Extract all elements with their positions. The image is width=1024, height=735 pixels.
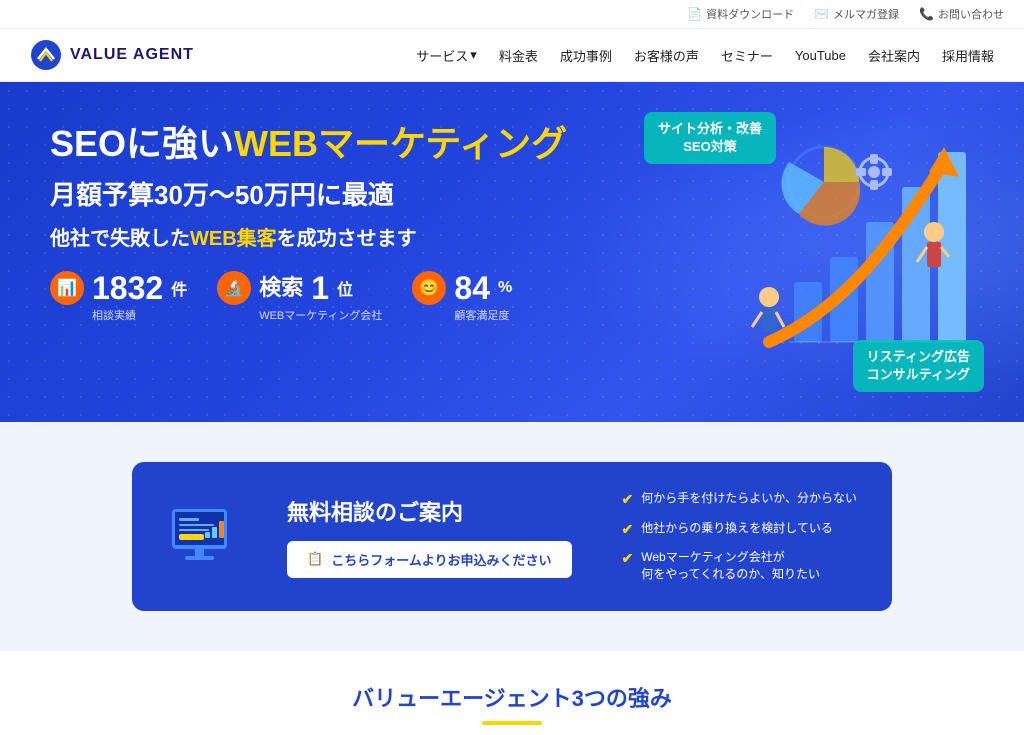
hero-content: SEOに強いWEBマーケティング 月額予算30万〜50万円に最適 他社で失敗した… [50, 122, 600, 323]
stat-ranking: 🔬 検索 1 位 WEBマーケティング会社 [217, 271, 382, 323]
logo-text: VALUE AGENT [70, 46, 194, 64]
nav-pricing[interactable]: 料金表 [499, 46, 538, 65]
consult-box: 無料相談のご案内 📋 こちらフォームよりお申込みください ✔ 何から手を付けたら… [132, 462, 892, 611]
check-item-1: ✔ 何から手を付けたらよいか、分からない [622, 490, 858, 510]
stat-consultations: 📊 1832 件 相談実績 [50, 271, 187, 323]
mail-icon: ✉️ [814, 7, 829, 21]
logo[interactable]: VALUE AGENT [30, 39, 194, 71]
nav-recruit[interactable]: 採用情報 [942, 46, 994, 65]
hero-subtitle: 月額予算30万〜50万円に最適 [50, 175, 600, 212]
stat-icon-3: 😊 [412, 271, 446, 305]
chevron-down-icon: ▾ [470, 47, 477, 63]
check-item-2: ✔ 他社からの乗り換えを検討している [622, 520, 858, 540]
stat-icon-1: 📊 [50, 271, 84, 305]
stat-label-3: 顧客満足度 [454, 307, 509, 323]
form-icon: 📋 [307, 551, 323, 567]
consult-checklist: ✔ 何から手を付けたらよいか、分からない ✔ 他社からの乗り換えを検討している … [622, 490, 858, 583]
top-bar: 📄 資料ダウンロード ✉️ メルマガ登録 📞 お問い合わせ [0, 0, 1024, 29]
check-item-3: ✔ Webマーケティング会社が何をやってくれるのか、知りたい [622, 549, 858, 583]
strengths-section: バリューエージェント3つの強み [0, 651, 1024, 735]
consult-section: 無料相談のご案内 📋 こちらフォームよりお申込みください ✔ 何から手を付けたら… [0, 422, 1024, 651]
nav-service[interactable]: サービス ▾ [416, 46, 477, 65]
hero-illustration: サイト分析・改善 SEO対策 [614, 102, 994, 402]
nav-success[interactable]: 成功事例 [560, 46, 612, 65]
nav-company[interactable]: 会社案内 [868, 46, 920, 65]
hero-sub2: 他社で失敗したWEB集客を成功させます [50, 222, 600, 251]
topbar-download[interactable]: 📄 資料ダウンロード [687, 6, 794, 22]
consult-icon-area [167, 494, 257, 579]
topbar-contact[interactable]: 📞 お問い合わせ [919, 6, 1004, 22]
main-nav: サービス ▾ 料金表 成功事例 お客様の声 セミナー YouTube 会社案内 … [416, 46, 994, 65]
checkmark-icon-1: ✔ [622, 490, 634, 510]
hero-section: SEOに強いWEBマーケティング 月額予算30万〜50万円に最適 他社で失敗した… [0, 82, 1024, 422]
topbar-newsletter[interactable]: ✉️ メルマガ登録 [814, 6, 899, 22]
stat-label-1: 相談実績 [92, 307, 136, 323]
consult-form-button[interactable]: 📋 こちらフォームよりお申込みください [287, 541, 572, 578]
consult-illustration [167, 494, 257, 574]
stat-label-2: WEBマーケティング会社 [259, 307, 382, 323]
download-icon: 📄 [687, 7, 702, 21]
tag-listing: リスティング広告 コンサルティング [853, 340, 984, 392]
nav-voice[interactable]: お客様の声 [634, 46, 699, 65]
nav-youtube[interactable]: YouTube [795, 48, 846, 63]
hero-stats: 📊 1832 件 相談実績 🔬 検索 1 位 WEBマーケティング会社 [50, 271, 600, 323]
checkmark-icon-3: ✔ [622, 549, 634, 569]
strengths-title: バリューエージェント3つの強み [20, 681, 1004, 713]
stat-icon-2: 🔬 [217, 271, 251, 305]
phone-icon: 📞 [919, 7, 934, 21]
stat-satisfaction: 😊 84 % 顧客満足度 [412, 271, 512, 323]
logo-icon [30, 39, 62, 71]
consult-middle: 無料相談のご案内 📋 こちらフォームよりお申込みください [287, 495, 592, 578]
checkmark-icon-2: ✔ [622, 520, 634, 540]
strengths-underline [482, 721, 542, 725]
hero-title: SEOに強いWEBマーケティング [50, 122, 600, 165]
consult-title: 無料相談のご案内 [287, 495, 592, 527]
nav-seminar[interactable]: セミナー [721, 46, 773, 65]
header: VALUE AGENT サービス ▾ 料金表 成功事例 お客様の声 セミナー Y… [0, 29, 1024, 82]
